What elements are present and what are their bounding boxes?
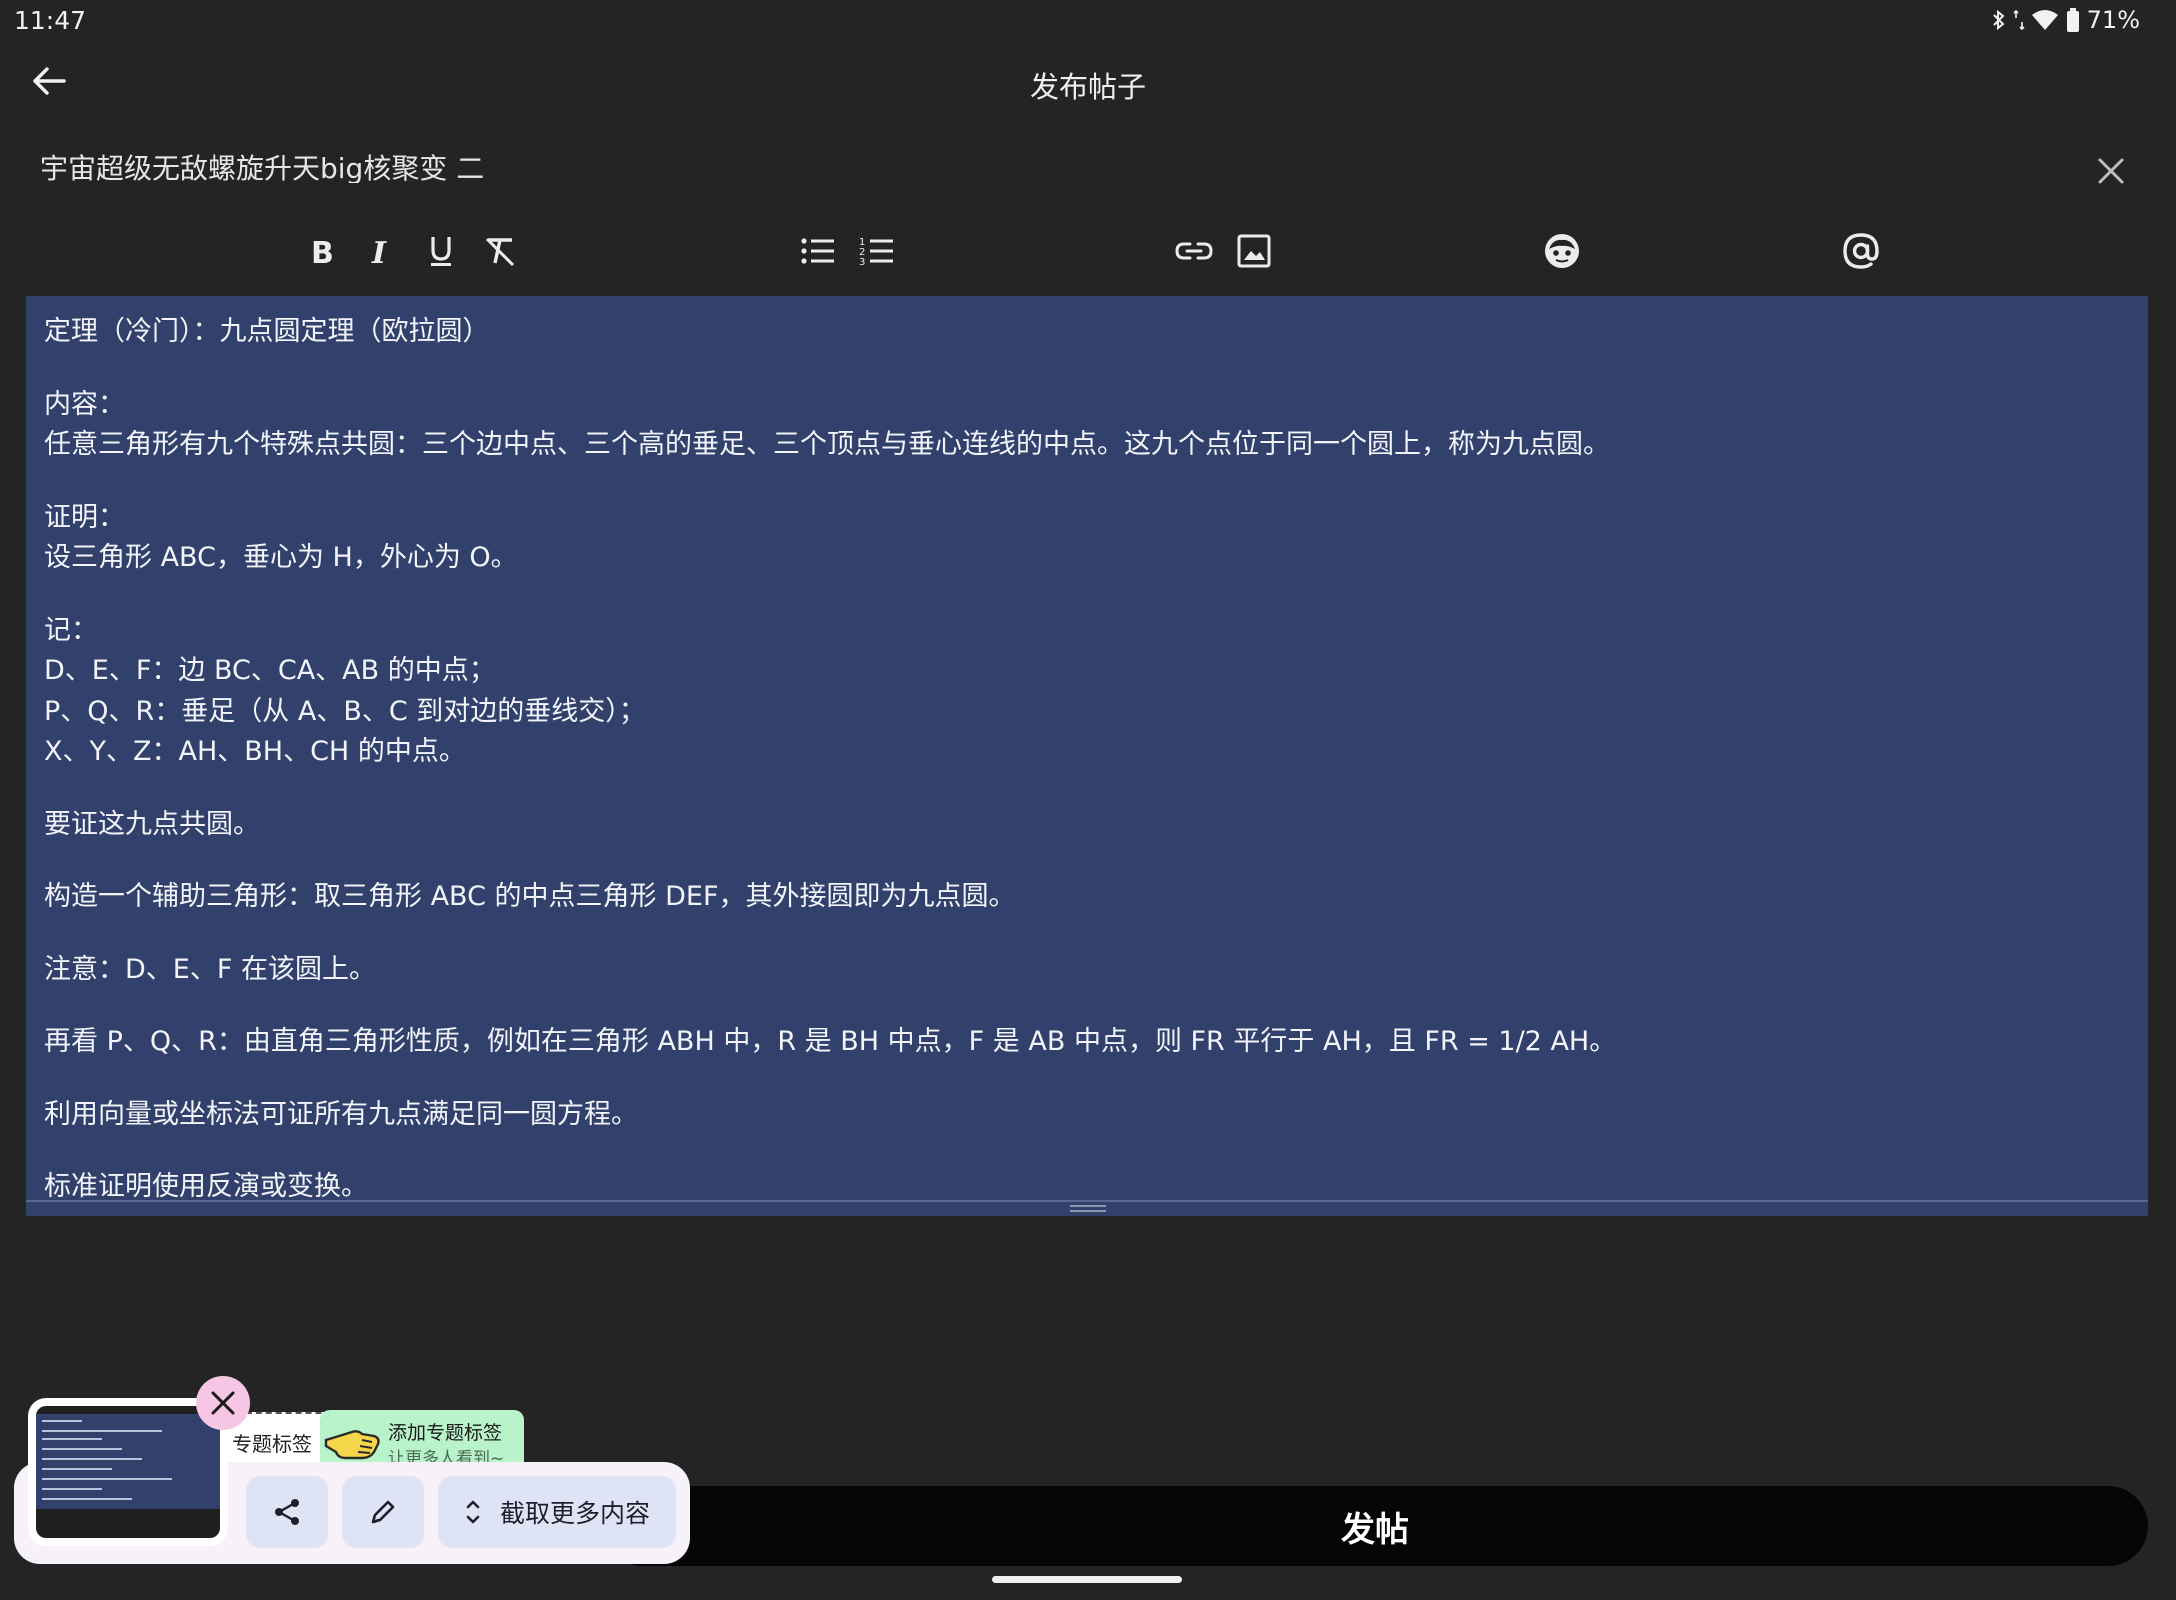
editor-line: 内容： [44,388,125,420]
underline-button[interactable] [418,228,464,274]
screenshot-preview [36,1406,220,1538]
editor-line: 再看 P、Q、R：由直角三角形性质，例如在三角形 ABH 中，R 是 BH 中点… [44,1026,1617,1057]
editor-line: 设三角形 ABC，垂心为 H，外心为 O。 [44,542,518,573]
italic-button[interactable]: I [358,228,404,274]
emoji-button[interactable] [1539,228,1585,274]
editor-divider [26,1200,2148,1202]
status-icons: 71% [1991,6,2140,34]
image-button[interactable] [1231,228,1277,274]
editor-line: P、Q、R：垂足（从 A、B、C 到对边的垂线交）； [44,695,646,727]
italic-icon: I [371,236,387,267]
svg-text:B: B [311,236,334,267]
editor-blank-line [44,353,2124,385]
pointing-hand-icon [322,1418,382,1466]
editor-line: 利用向量或坐标法可证所有九点满足同一圆方程。 [44,1098,638,1130]
link-icon [1175,242,1213,260]
share-icon [275,1499,299,1525]
status-time: 11:47 [14,6,87,35]
bold-icon: B [311,236,334,267]
battery-percent: 71% [2086,6,2140,34]
editor-resize-handle[interactable] [1070,1205,1106,1213]
editor-line: 定理（冷门）：九点圆定理（欧拉圆） [44,316,490,347]
link-button[interactable] [1171,228,1217,274]
editor-blank-line [44,990,2124,1022]
editor-blank-line [44,1063,2124,1095]
data-arrows-icon [2013,8,2025,32]
share-screenshot-button[interactable] [246,1476,328,1548]
editor-line: 构造一个辅助三角形：取三角形 ABC 的中点三角形 DEF，其外接圆即为九点圆。 [44,881,1016,912]
close-icon [2098,158,2124,184]
close-icon [211,1391,235,1415]
clear-title-button[interactable] [2088,148,2134,194]
numbered-list-icon: 123 [859,237,893,267]
capture-more-button[interactable]: 截取更多内容 [438,1476,676,1548]
clear-format-button[interactable] [477,228,523,274]
status-bar: 11:47 71% [0,0,2176,44]
emoji-icon [1545,234,1579,268]
editor-blank-line [44,466,2124,498]
gesture-nav-bar[interactable] [992,1576,1182,1583]
editor-text: 定理（冷门）：九点圆定理（欧拉圆） 内容： 任意三角形有九个特殊点共圆：三个边中点、… [44,312,2124,1202]
battery-icon [2065,7,2081,33]
publish-button[interactable]: 发帖 [602,1486,2148,1566]
dismiss-screenshot-button[interactable] [196,1376,250,1430]
editor-line: 标准证明使用反演或变换。 [44,1171,368,1202]
capture-more-label: 截取更多内容 [499,1499,650,1528]
bulleted-list-icon [801,238,834,264]
add-topic-tag-title: 添加专题标签 [388,1422,503,1444]
editor-line: 要证这九点共圆。 [44,808,260,840]
content-editor[interactable]: 定理（冷门）：九点圆定理（欧拉圆） 内容： 任意三角形有九个特殊点共圆：三个边中点、… [26,296,2148,1202]
expand-vertical-icon [466,1500,480,1524]
editor-blank-line [44,773,2124,805]
numbered-list-button[interactable]: 123 [854,228,900,274]
page-title: 发布帖子 [1029,70,1146,104]
svg-text:I: I [371,236,387,267]
edit-screenshot-button[interactable] [342,1476,424,1548]
clear-format-icon [485,237,515,267]
editor-blank-line [44,1135,2124,1167]
pencil-icon [371,1500,395,1524]
bulleted-list-button[interactable] [795,228,841,274]
editor-blank-line [44,579,2124,611]
mention-button[interactable] [1838,228,1884,274]
mention-icon [1843,233,1879,269]
editor-line: D、E、F：边 BC、CA、AB 的中点； [44,655,496,686]
bold-button[interactable]: B [299,228,345,274]
editor-blank-line [44,845,2124,877]
editor-line: 记： [44,614,98,646]
topic-tag-label: 专题标签 [232,1432,312,1456]
editor-line: 证明： [44,501,125,533]
post-title-input[interactable] [40,150,2020,183]
editor-line: 任意三角形有九个特殊点共圆：三个边中点、三个高的垂足、三个顶点与垂心连线的中点。… [44,429,1610,460]
editor-blank-line [44,918,2124,950]
image-icon [1237,234,1271,268]
wifi-icon [2031,8,2059,32]
editor-line: 注意：D、E、F 在该圆上。 [44,953,376,985]
editor-line: X、Y、Z：AH、BH、CH 的中点。 [44,736,466,767]
screenshot-preview-editor [36,1414,220,1509]
bluetooth-icon [1991,8,2007,32]
underline-icon [431,237,451,266]
svg-text:3: 3 [859,257,865,267]
